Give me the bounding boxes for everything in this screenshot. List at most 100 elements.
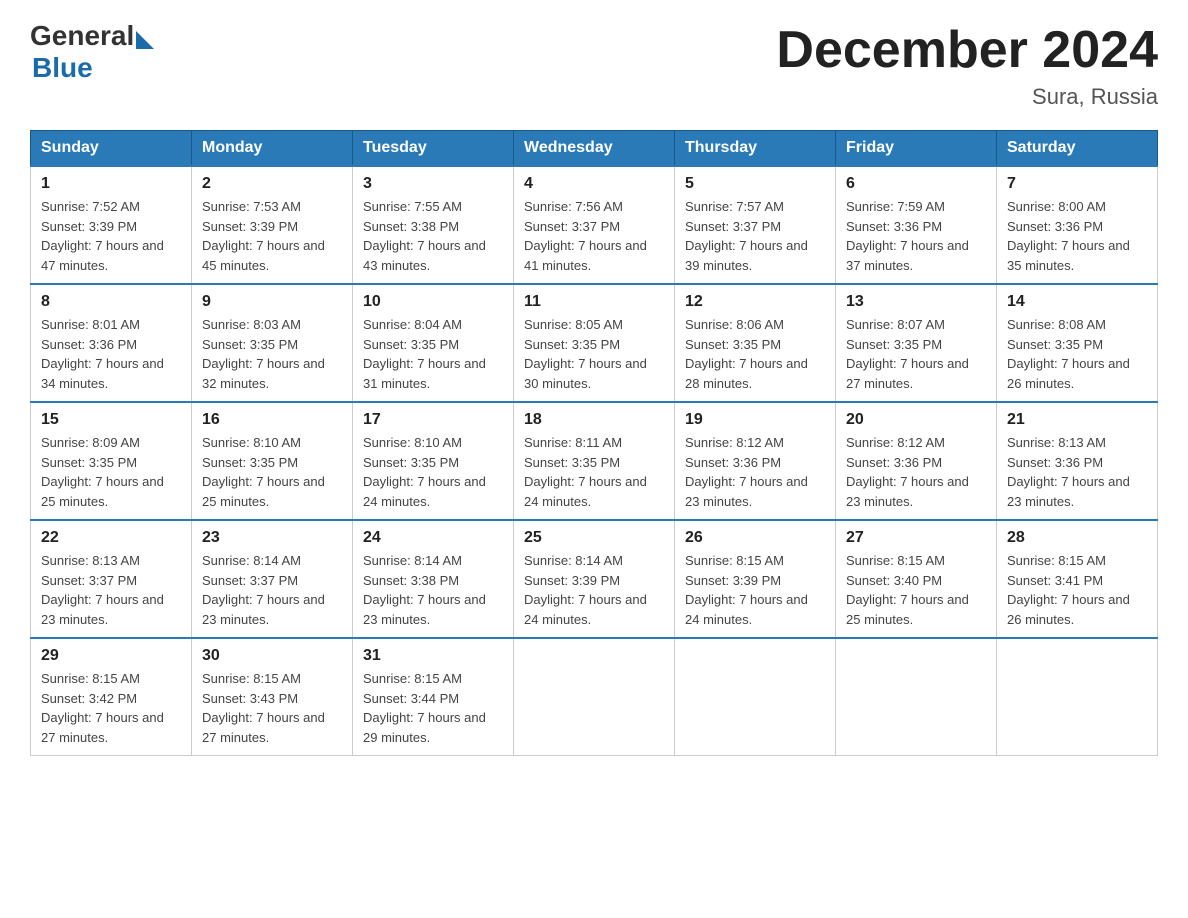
calendar-cell (675, 638, 836, 756)
calendar-cell (514, 638, 675, 756)
day-number: 15 (41, 411, 181, 429)
calendar-table: Sunday Monday Tuesday Wednesday Thursday… (30, 130, 1158, 756)
day-info: Sunrise: 8:12 AMSunset: 3:36 PMDaylight:… (685, 435, 808, 509)
day-number: 9 (202, 293, 342, 311)
day-info: Sunrise: 8:12 AMSunset: 3:36 PMDaylight:… (846, 435, 969, 509)
location-label: Sura, Russia (776, 84, 1158, 110)
week-row-4: 22 Sunrise: 8:13 AMSunset: 3:37 PMDaylig… (31, 520, 1158, 638)
day-number: 16 (202, 411, 342, 429)
day-info: Sunrise: 7:52 AMSunset: 3:39 PMDaylight:… (41, 199, 164, 273)
day-number: 30 (202, 647, 342, 665)
calendar-cell: 13 Sunrise: 8:07 AMSunset: 3:35 PMDaylig… (836, 284, 997, 402)
day-number: 3 (363, 175, 503, 193)
day-number: 13 (846, 293, 986, 311)
day-number: 4 (524, 175, 664, 193)
calendar-cell: 28 Sunrise: 8:15 AMSunset: 3:41 PMDaylig… (997, 520, 1158, 638)
day-info: Sunrise: 8:14 AMSunset: 3:37 PMDaylight:… (202, 553, 325, 627)
calendar-cell: 10 Sunrise: 8:04 AMSunset: 3:35 PMDaylig… (353, 284, 514, 402)
week-row-1: 1 Sunrise: 7:52 AMSunset: 3:39 PMDayligh… (31, 166, 1158, 284)
day-info: Sunrise: 8:00 AMSunset: 3:36 PMDaylight:… (1007, 199, 1130, 273)
calendar-cell: 20 Sunrise: 8:12 AMSunset: 3:36 PMDaylig… (836, 402, 997, 520)
day-info: Sunrise: 7:56 AMSunset: 3:37 PMDaylight:… (524, 199, 647, 273)
day-number: 8 (41, 293, 181, 311)
day-info: Sunrise: 8:09 AMSunset: 3:35 PMDaylight:… (41, 435, 164, 509)
calendar-cell: 31 Sunrise: 8:15 AMSunset: 3:44 PMDaylig… (353, 638, 514, 756)
day-number: 22 (41, 529, 181, 547)
col-sunday: Sunday (31, 131, 192, 167)
day-info: Sunrise: 8:05 AMSunset: 3:35 PMDaylight:… (524, 317, 647, 391)
day-info: Sunrise: 8:03 AMSunset: 3:35 PMDaylight:… (202, 317, 325, 391)
calendar-cell: 25 Sunrise: 8:14 AMSunset: 3:39 PMDaylig… (514, 520, 675, 638)
calendar-cell: 3 Sunrise: 7:55 AMSunset: 3:38 PMDayligh… (353, 166, 514, 284)
calendar-cell: 8 Sunrise: 8:01 AMSunset: 3:36 PMDayligh… (31, 284, 192, 402)
logo-blue-text: Blue (32, 52, 93, 84)
calendar-cell: 19 Sunrise: 8:12 AMSunset: 3:36 PMDaylig… (675, 402, 836, 520)
day-number: 23 (202, 529, 342, 547)
day-info: Sunrise: 8:01 AMSunset: 3:36 PMDaylight:… (41, 317, 164, 391)
day-number: 20 (846, 411, 986, 429)
day-info: Sunrise: 8:07 AMSunset: 3:35 PMDaylight:… (846, 317, 969, 391)
col-friday: Friday (836, 131, 997, 167)
col-thursday: Thursday (675, 131, 836, 167)
calendar-cell: 22 Sunrise: 8:13 AMSunset: 3:37 PMDaylig… (31, 520, 192, 638)
day-number: 6 (846, 175, 986, 193)
calendar-cell: 11 Sunrise: 8:05 AMSunset: 3:35 PMDaylig… (514, 284, 675, 402)
day-info: Sunrise: 8:15 AMSunset: 3:41 PMDaylight:… (1007, 553, 1130, 627)
day-info: Sunrise: 7:55 AMSunset: 3:38 PMDaylight:… (363, 199, 486, 273)
col-wednesday: Wednesday (514, 131, 675, 167)
day-info: Sunrise: 8:14 AMSunset: 3:38 PMDaylight:… (363, 553, 486, 627)
calendar-cell: 26 Sunrise: 8:15 AMSunset: 3:39 PMDaylig… (675, 520, 836, 638)
week-row-5: 29 Sunrise: 8:15 AMSunset: 3:42 PMDaylig… (31, 638, 1158, 756)
calendar-cell: 24 Sunrise: 8:14 AMSunset: 3:38 PMDaylig… (353, 520, 514, 638)
calendar-cell: 6 Sunrise: 7:59 AMSunset: 3:36 PMDayligh… (836, 166, 997, 284)
day-number: 14 (1007, 293, 1147, 311)
day-info: Sunrise: 8:11 AMSunset: 3:35 PMDaylight:… (524, 435, 647, 509)
day-info: Sunrise: 8:15 AMSunset: 3:43 PMDaylight:… (202, 671, 325, 745)
day-number: 5 (685, 175, 825, 193)
week-row-3: 15 Sunrise: 8:09 AMSunset: 3:35 PMDaylig… (31, 402, 1158, 520)
calendar-cell: 15 Sunrise: 8:09 AMSunset: 3:35 PMDaylig… (31, 402, 192, 520)
calendar-cell: 29 Sunrise: 8:15 AMSunset: 3:42 PMDaylig… (31, 638, 192, 756)
calendar-cell (836, 638, 997, 756)
day-number: 10 (363, 293, 503, 311)
day-number: 11 (524, 293, 664, 311)
day-info: Sunrise: 8:10 AMSunset: 3:35 PMDaylight:… (202, 435, 325, 509)
calendar-cell: 12 Sunrise: 8:06 AMSunset: 3:35 PMDaylig… (675, 284, 836, 402)
calendar-cell: 30 Sunrise: 8:15 AMSunset: 3:43 PMDaylig… (192, 638, 353, 756)
calendar-header-row: Sunday Monday Tuesday Wednesday Thursday… (31, 131, 1158, 167)
calendar-cell (997, 638, 1158, 756)
day-number: 19 (685, 411, 825, 429)
day-number: 18 (524, 411, 664, 429)
day-info: Sunrise: 8:06 AMSunset: 3:35 PMDaylight:… (685, 317, 808, 391)
day-info: Sunrise: 7:53 AMSunset: 3:39 PMDaylight:… (202, 199, 325, 273)
day-number: 28 (1007, 529, 1147, 547)
calendar-cell: 4 Sunrise: 7:56 AMSunset: 3:37 PMDayligh… (514, 166, 675, 284)
day-number: 21 (1007, 411, 1147, 429)
logo: General Blue (30, 20, 154, 84)
month-title: December 2024 (776, 20, 1158, 80)
calendar-cell: 17 Sunrise: 8:10 AMSunset: 3:35 PMDaylig… (353, 402, 514, 520)
day-info: Sunrise: 8:04 AMSunset: 3:35 PMDaylight:… (363, 317, 486, 391)
calendar-cell: 18 Sunrise: 8:11 AMSunset: 3:35 PMDaylig… (514, 402, 675, 520)
day-number: 17 (363, 411, 503, 429)
day-number: 1 (41, 175, 181, 193)
calendar-cell: 21 Sunrise: 8:13 AMSunset: 3:36 PMDaylig… (997, 402, 1158, 520)
day-info: Sunrise: 8:08 AMSunset: 3:35 PMDaylight:… (1007, 317, 1130, 391)
week-row-2: 8 Sunrise: 8:01 AMSunset: 3:36 PMDayligh… (31, 284, 1158, 402)
calendar-cell: 1 Sunrise: 7:52 AMSunset: 3:39 PMDayligh… (31, 166, 192, 284)
day-number: 27 (846, 529, 986, 547)
day-number: 12 (685, 293, 825, 311)
day-number: 2 (202, 175, 342, 193)
col-tuesday: Tuesday (353, 131, 514, 167)
day-info: Sunrise: 8:15 AMSunset: 3:40 PMDaylight:… (846, 553, 969, 627)
page-header: General Blue December 2024 Sura, Russia (30, 20, 1158, 110)
day-info: Sunrise: 7:59 AMSunset: 3:36 PMDaylight:… (846, 199, 969, 273)
calendar-cell: 14 Sunrise: 8:08 AMSunset: 3:35 PMDaylig… (997, 284, 1158, 402)
calendar-cell: 7 Sunrise: 8:00 AMSunset: 3:36 PMDayligh… (997, 166, 1158, 284)
day-info: Sunrise: 8:13 AMSunset: 3:37 PMDaylight:… (41, 553, 164, 627)
col-saturday: Saturday (997, 131, 1158, 167)
day-info: Sunrise: 7:57 AMSunset: 3:37 PMDaylight:… (685, 199, 808, 273)
calendar-cell: 2 Sunrise: 7:53 AMSunset: 3:39 PMDayligh… (192, 166, 353, 284)
day-number: 31 (363, 647, 503, 665)
day-info: Sunrise: 8:15 AMSunset: 3:44 PMDaylight:… (363, 671, 486, 745)
